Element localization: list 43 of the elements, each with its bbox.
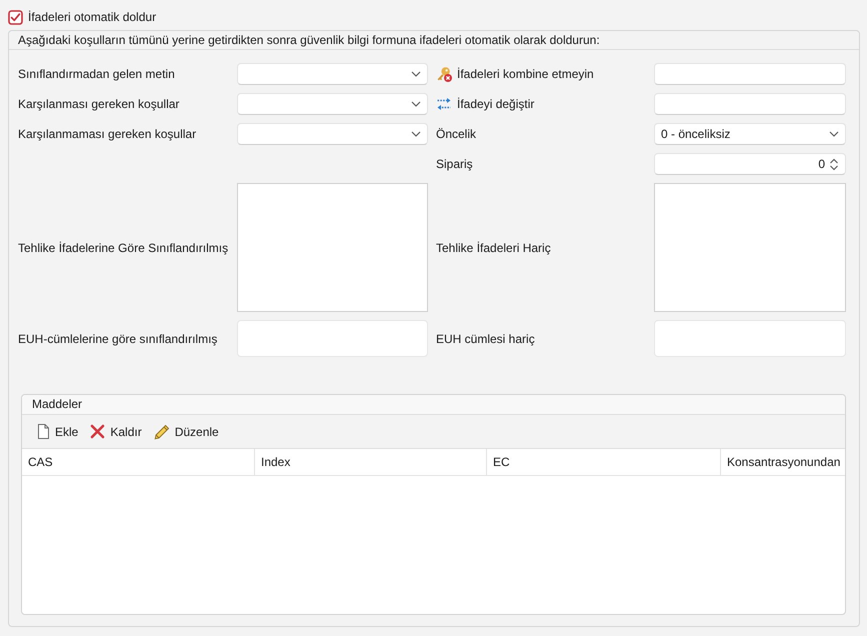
checkbox[interactable] <box>8 10 23 25</box>
toolbar-button[interactable]: Düzenle <box>150 420 222 442</box>
chevron-down-icon <box>829 131 839 137</box>
field-label: Öncelik <box>436 126 476 143</box>
column-header[interactable]: EC <box>487 449 721 475</box>
field-label: Sınıflandırmadan gelen metin <box>18 66 175 83</box>
field-label: Karşılanması gereken koşullar <box>18 96 180 113</box>
list-box[interactable] <box>237 183 428 312</box>
column-header[interactable]: Index <box>255 449 487 475</box>
field-label: Tehlike İfadelerine Göre Sınıflandırılmış <box>18 240 228 256</box>
field-label: EUH cümlesi hariç <box>436 330 535 348</box>
up-down-arrows-icon[interactable] <box>829 158 839 170</box>
column-header[interactable]: CAS <box>22 449 255 475</box>
field-label: Tehlike İfadeleri Hariç <box>436 240 551 256</box>
toolbar-button[interactable]: Kaldır <box>87 420 145 442</box>
text-field[interactable] <box>654 93 846 115</box>
field-label: Sipariş <box>436 156 473 173</box>
chevron-down-icon <box>411 131 421 137</box>
text-field[interactable] <box>654 63 846 85</box>
key-with-x-icon <box>436 66 452 82</box>
pencil-icon <box>154 424 170 440</box>
document-icon <box>37 424 50 439</box>
toolbar-button[interactable]: Ekle <box>34 420 82 442</box>
text-area[interactable] <box>654 320 846 357</box>
x-icon <box>90 424 106 439</box>
dropdown[interactable] <box>237 93 428 115</box>
group-title: Aşağıdaki koşulların tümünü yerine getirdikten sonra güvenlik bilgi formuna ifadeleri otomatik olarak doldurun: <box>18 33 600 47</box>
column-header[interactable]: Konsantrasyonundan <box>721 449 846 475</box>
swap-arrows-icon <box>436 96 452 112</box>
number-spinner[interactable]: 0 <box>654 153 846 175</box>
field-label: EUH-cümlelerine göre sınıflandırılmış <box>18 330 218 348</box>
field-label: İfadeyi değiştir <box>457 96 534 113</box>
chevron-down-icon <box>411 71 421 77</box>
dropdown[interactable] <box>237 63 428 85</box>
dropdown[interactable] <box>237 123 428 145</box>
dropdown[interactable]: 0 - önceliksiz <box>654 123 846 145</box>
field-label: Karşılanmaması gereken koşullar <box>18 126 196 143</box>
field-label: İfadeleri kombine etmeyin <box>457 66 594 83</box>
panel-title: Maddeler <box>32 397 82 411</box>
checkbox-label[interactable]: İfadeleri otomatik doldur <box>28 10 156 25</box>
list-box[interactable] <box>654 183 846 312</box>
text-area[interactable] <box>237 320 428 357</box>
chevron-down-icon <box>411 101 421 107</box>
